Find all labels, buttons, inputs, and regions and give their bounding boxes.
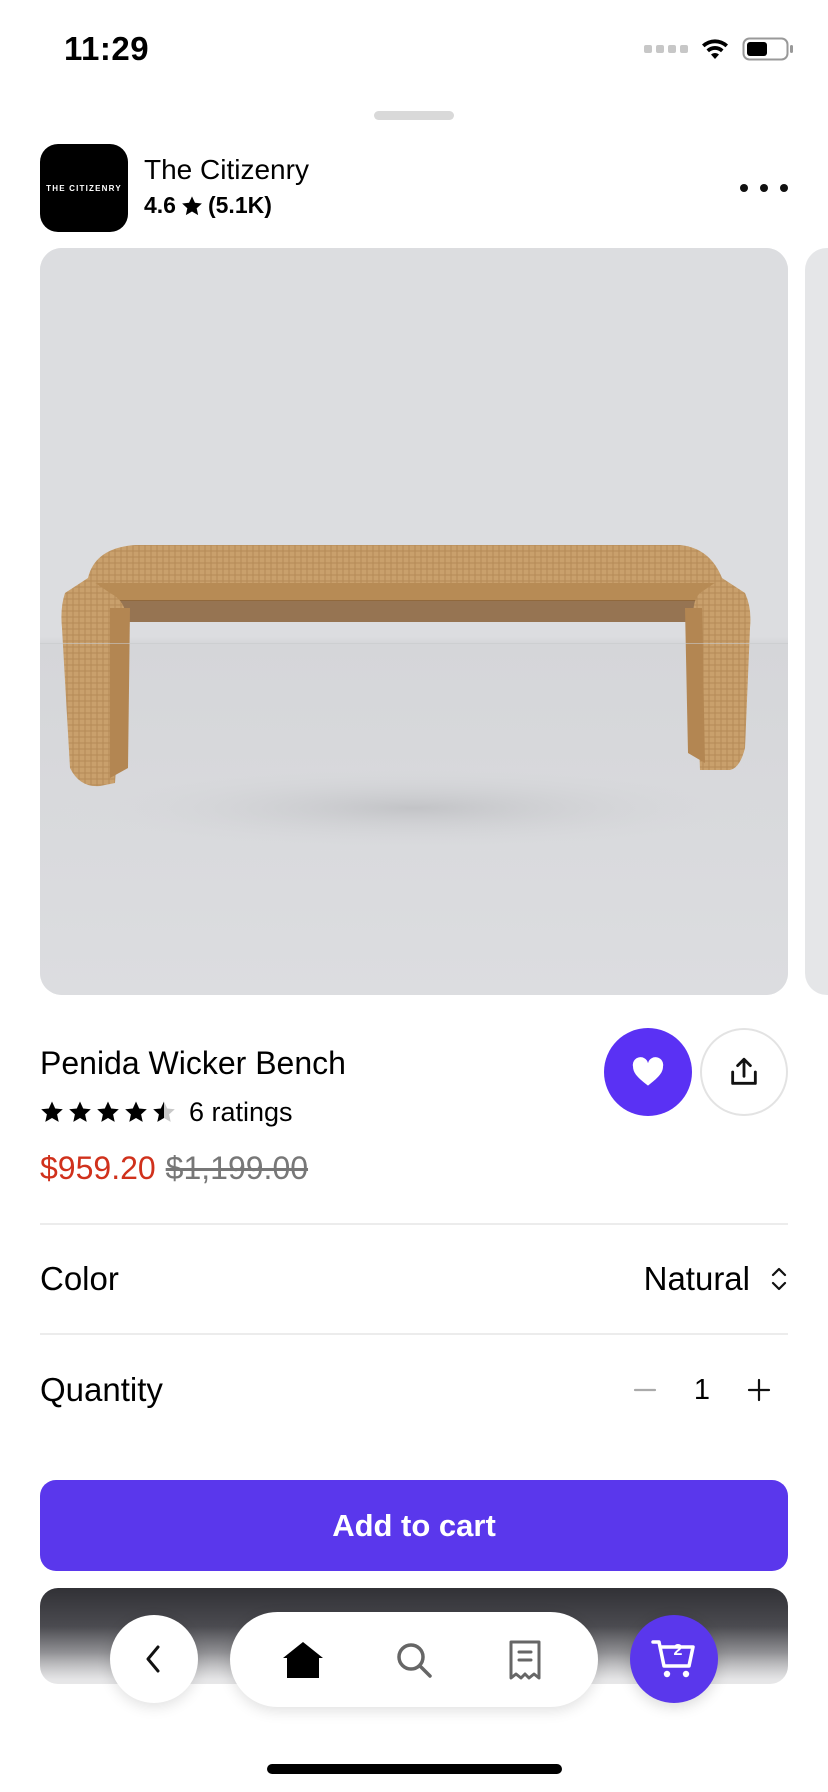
cart-icon: 2 bbox=[651, 1638, 697, 1680]
more-dots-icon bbox=[740, 184, 748, 192]
chevron-updown-icon bbox=[771, 1267, 787, 1291]
product-title: Penida Wicker Bench bbox=[40, 1045, 346, 1081]
shop-rating: 4.6 (5.1K) bbox=[144, 192, 272, 219]
color-value: Natural bbox=[643, 1260, 750, 1297]
status-icons bbox=[644, 36, 794, 62]
nav-home[interactable] bbox=[268, 1625, 338, 1695]
original-price: $1,199.00 bbox=[165, 1150, 309, 1186]
ratings-count: 6 ratings bbox=[189, 1097, 293, 1127]
increase-quantity-button[interactable] bbox=[730, 1361, 788, 1419]
shop-logo[interactable]: THE CITIZENRY bbox=[40, 144, 128, 232]
cart-button[interactable]: 2 bbox=[630, 1615, 718, 1703]
battery-icon bbox=[742, 37, 793, 61]
back-button[interactable] bbox=[110, 1615, 198, 1703]
cart-count-badge: 2 bbox=[673, 1642, 683, 1659]
color-option-row: Color Natural bbox=[40, 1249, 788, 1309]
shop-name[interactable]: The Citizenry bbox=[144, 154, 309, 186]
quantity-option-row: Quantity 1 bbox=[40, 1360, 788, 1420]
shop-header: THE CITIZENRY The Citizenry 4.6 (5.1K) bbox=[40, 144, 788, 232]
sale-price: $959.20 bbox=[40, 1150, 156, 1186]
product-image[interactable] bbox=[40, 248, 788, 995]
star-icon bbox=[182, 195, 202, 215]
sheet-grabber[interactable] bbox=[374, 111, 454, 120]
home-indicator bbox=[267, 1764, 562, 1774]
status-time: 11:29 bbox=[64, 30, 150, 67]
more-options-button[interactable] bbox=[740, 174, 788, 202]
divider bbox=[40, 1223, 788, 1225]
nav-orders[interactable] bbox=[490, 1625, 560, 1695]
minus-icon bbox=[633, 1388, 657, 1392]
wifi-icon bbox=[702, 39, 728, 59]
quantity-stepper: 1 bbox=[616, 1361, 788, 1419]
add-to-cart-button[interactable]: Add to cart bbox=[40, 1480, 788, 1571]
next-product-image[interactable] bbox=[805, 248, 828, 995]
orders-icon bbox=[509, 1640, 541, 1679]
status-bar: 11:29 bbox=[0, 0, 828, 100]
nav-search[interactable] bbox=[379, 1625, 449, 1695]
search-icon bbox=[397, 1642, 432, 1678]
plus-icon bbox=[747, 1378, 771, 1402]
heart-icon bbox=[632, 1057, 664, 1086]
back-icon bbox=[146, 1645, 160, 1673]
shop-rating-value: 4.6 bbox=[144, 192, 176, 218]
rating-stars bbox=[41, 1101, 175, 1122]
wicker-bench-image bbox=[40, 248, 788, 995]
price-row: $959.20 $1,199.00 bbox=[40, 1150, 308, 1187]
home-icon bbox=[283, 1641, 324, 1678]
quantity-label: Quantity bbox=[40, 1371, 163, 1408]
quantity-value: 1 bbox=[693, 1373, 711, 1406]
decrease-quantity-button[interactable] bbox=[616, 1361, 674, 1419]
divider bbox=[40, 1333, 788, 1335]
product-rating[interactable]: 6 ratings bbox=[40, 1097, 293, 1128]
bottom-nav bbox=[230, 1612, 598, 1707]
color-select[interactable]: Natural bbox=[644, 1260, 788, 1298]
shop-review-count: (5.1K) bbox=[207, 192, 272, 218]
share-button[interactable] bbox=[700, 1028, 788, 1116]
share-icon bbox=[731, 1057, 757, 1085]
favorite-button[interactable] bbox=[604, 1028, 692, 1116]
shop-logo-text: THE CITIZENRY bbox=[46, 183, 122, 193]
color-label: Color bbox=[40, 1260, 119, 1297]
signal-icon bbox=[644, 45, 688, 53]
